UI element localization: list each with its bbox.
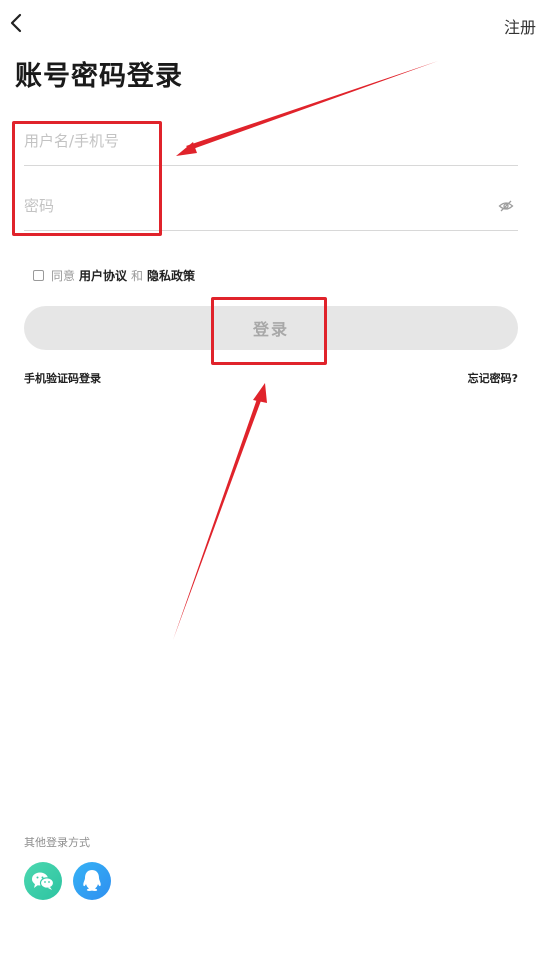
wechat-icon bbox=[32, 872, 55, 890]
login-button[interactable]: 登录 bbox=[24, 306, 518, 350]
back-button[interactable] bbox=[6, 10, 30, 36]
forgot-password-link[interactable]: 忘记密码? bbox=[468, 370, 518, 386]
wechat-login-button[interactable] bbox=[24, 862, 62, 900]
user-agreement-link[interactable]: 用户协议 bbox=[79, 267, 127, 284]
password-input[interactable] bbox=[24, 186, 494, 226]
eye-off-icon[interactable] bbox=[498, 198, 514, 214]
chevron-left-icon bbox=[10, 13, 22, 33]
privacy-policy-link[interactable]: 隐私政策 bbox=[147, 267, 195, 284]
qq-login-button[interactable] bbox=[73, 862, 111, 900]
username-field bbox=[24, 121, 518, 166]
password-field bbox=[24, 186, 518, 231]
annotation-arrow-line-2 bbox=[173, 396, 262, 640]
agreement-and: 和 bbox=[131, 269, 144, 283]
agreement-row: 同意 用户协议 和 隐私政策 bbox=[33, 267, 199, 284]
agreement-prefix: 同意 bbox=[51, 269, 76, 283]
username-input[interactable] bbox=[24, 121, 494, 161]
sms-login-link[interactable]: 手机验证码登录 bbox=[24, 370, 101, 386]
other-login-label: 其他登录方式 bbox=[24, 836, 90, 849]
annotation-arrow-head-2 bbox=[253, 383, 267, 403]
agreement-checkbox[interactable] bbox=[33, 270, 44, 281]
qq-icon bbox=[83, 870, 101, 891]
page-title: 账号密码登录 bbox=[15, 61, 183, 92]
register-link[interactable]: 注册 bbox=[504, 14, 536, 38]
